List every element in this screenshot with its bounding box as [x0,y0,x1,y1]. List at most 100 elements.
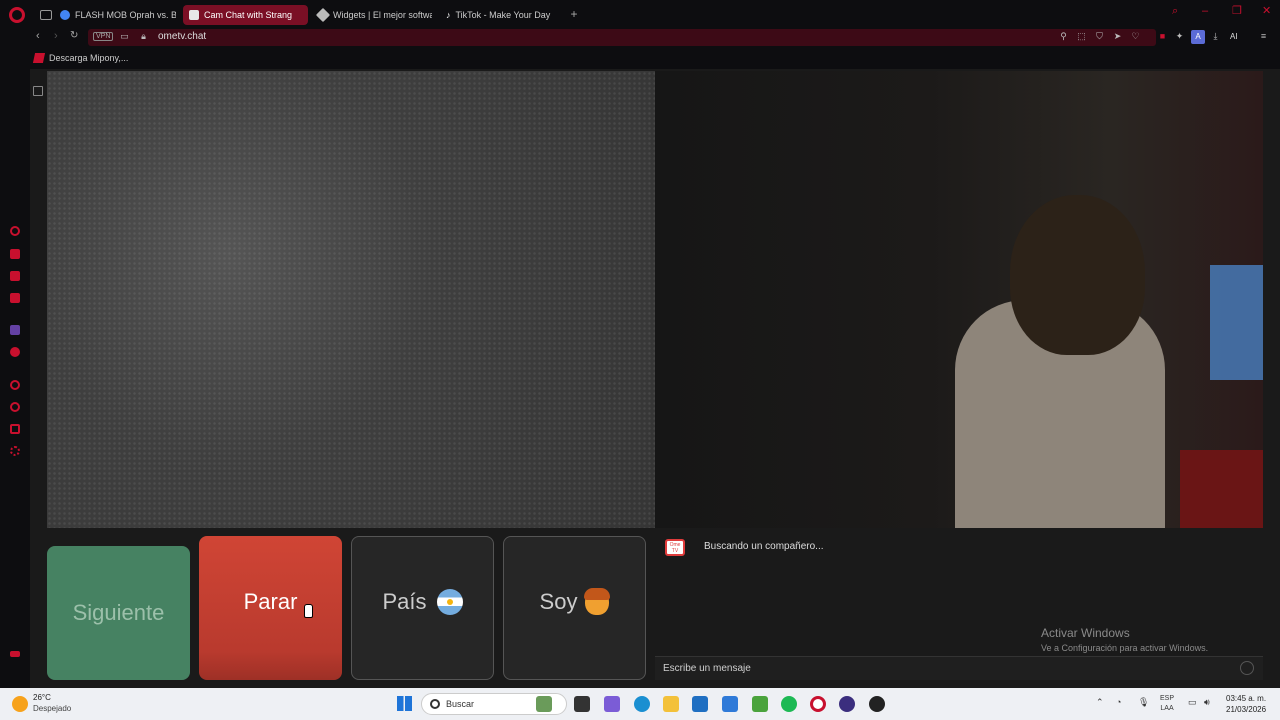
minimize-icon[interactable]: – [1202,6,1212,17]
windows-taskbar: 26°C Despejado Buscar ⌃ ◔ 🎙︎ ESP LAA ▭ 🔊… [0,688,1280,720]
stop-button[interactable]: Parar [199,536,342,680]
popout-icon[interactable] [33,86,43,96]
mouse-cursor-icon [304,604,313,618]
tab-widgets[interactable]: Widgets | El mejor softwa [312,5,432,25]
store-icon[interactable] [692,696,708,712]
edge-icon[interactable] [634,696,650,712]
display-icon[interactable]: ▭ [1188,697,1197,708]
forward-icon[interactable]: › [54,30,58,42]
weather-icon[interactable] [12,696,28,712]
tab-title: TikTok - Make Your Day [455,10,551,20]
music-icon[interactable] [10,293,20,303]
lock-icon[interactable]: 🔒︎ [139,32,148,41]
pin-icon[interactable]: ⚲ [1059,32,1068,41]
google-favicon-icon [60,10,70,20]
obs-icon[interactable] [839,696,855,712]
opera-gx-icon[interactable] [810,696,826,712]
tray-chevron-icon[interactable]: ⌃ [1096,697,1104,708]
clock-time: 03:45 a. m. [1226,694,1267,703]
windows-start-icon[interactable] [397,696,412,711]
tab-title: FLASH MOB Oprah vs. Bla [75,10,176,20]
settings-icon[interactable] [10,446,20,456]
heart-icon[interactable]: ♡ [1131,32,1140,41]
minecraft-icon[interactable] [752,696,768,712]
gender-button[interactable]: Soy [503,536,646,680]
record-icon[interactable] [10,347,20,357]
widgets-favicon-icon [315,7,331,23]
aria-icon[interactable] [10,226,20,236]
player-icon[interactable] [10,380,20,390]
boy-emoji-icon [584,588,611,615]
browser-tab-bar: FLASH MOB Oprah vs. Bla Cam Chat with St… [0,0,1280,29]
tab-overview-icon[interactable] [40,9,52,20]
volume-icon[interactable]: 🔊︎ [1204,697,1210,708]
bookmark-favicon-icon [32,53,46,63]
tab-title: Cam Chat with Strang [204,10,293,20]
person-head [1010,195,1145,355]
file-explorer-icon[interactable] [663,696,679,712]
adblock-icon[interactable]: ■ [1158,32,1167,41]
bookmark-label: Descarga Mipony,... [49,53,129,63]
tiktok-favicon-icon: ♪ [446,10,451,20]
background-monitor [1210,265,1263,380]
vpn-badge[interactable]: VPN [93,32,114,41]
download-icon[interactable]: ⤓ [1211,32,1220,41]
gender-label: Soy [539,589,578,614]
menu-icon[interactable]: ≡ [1259,32,1268,41]
tab-title: Widgets | El mejor softwa [333,10,432,20]
remote-video [47,71,655,528]
shopping-icon[interactable] [10,249,20,259]
system-clock[interactable]: 03:45 a. m. 21/03/2026 [1226,693,1266,715]
send-icon[interactable]: ➤ [1113,32,1122,41]
url-text[interactable]: ometv.chat [158,31,206,42]
url-field[interactable] [88,29,1156,46]
tab-tiktok[interactable]: ♪ TikTok - Make Your Day [440,5,556,25]
messenger-icon[interactable] [10,271,20,281]
close-icon[interactable]: ✕ [1262,6,1272,17]
task-view-icon[interactable] [574,696,590,712]
argentina-flag-icon [436,589,463,615]
snapshot-icon[interactable]: ⬚ [1077,32,1086,41]
add-tab-button[interactable]: + [567,7,581,21]
network-icon[interactable]: ◔ [1116,697,1121,707]
shield-icon[interactable]: ⛉ [1095,32,1104,41]
ometv-favicon-icon [189,10,199,20]
extensions-icon[interactable]: ✦ [1175,32,1184,41]
spotify-icon[interactable] [781,696,797,712]
tab-flashmob[interactable]: FLASH MOB Oprah vs. Bla [54,5,176,25]
microphone-icon[interactable]: 🎙︎ [1138,697,1149,708]
account-avatar[interactable]: A [1191,30,1205,44]
app-icon[interactable] [869,696,885,712]
lang-line2: LAA [1160,705,1174,712]
bookmark-item[interactable]: Descarga Mipony,... [32,53,129,63]
country-button[interactable]: País [351,536,494,680]
next-button[interactable]: Siguiente [47,546,190,680]
language-indicator[interactable]: ESP LAA [1160,694,1174,714]
message-input[interactable] [655,656,1263,680]
extensions-sidebar-icon[interactable] [10,424,20,434]
bookmarks-bar: Descarga Mipony,... [0,49,1280,69]
emoji-picker-icon[interactable] [1240,661,1254,675]
outlook-icon[interactable] [722,696,738,712]
stop-label: Parar [243,589,298,614]
country-label: País [382,589,427,614]
clock-date: 21/03/2026 [1226,705,1267,714]
opera-logo-icon[interactable] [9,6,25,23]
history-icon[interactable] [10,402,20,412]
search-placeholder: Buscar [446,699,475,709]
weather-condition[interactable]: Despejado [33,704,71,713]
window-controls: ⌕ – ❐ ✕ [1172,6,1272,17]
maximize-icon[interactable]: ❐ [1232,6,1242,17]
background-keyboard [1180,450,1263,528]
copilot-icon[interactable] [604,696,620,712]
tab-cam-chat[interactable]: Cam Chat with Strang [183,5,308,25]
camera-icon[interactable]: ▭ [120,32,129,41]
twitch-icon[interactable] [10,325,20,335]
gx-icon[interactable] [10,651,20,657]
search-tabs-icon[interactable]: ⌕ [1172,6,1182,17]
reload-icon[interactable]: ↻ [70,30,78,41]
ai-button[interactable]: AI [1230,32,1238,41]
weather-temp[interactable]: 26°C [33,693,51,702]
back-icon[interactable]: ‹ [36,30,40,42]
next-label: Siguiente [72,600,165,625]
